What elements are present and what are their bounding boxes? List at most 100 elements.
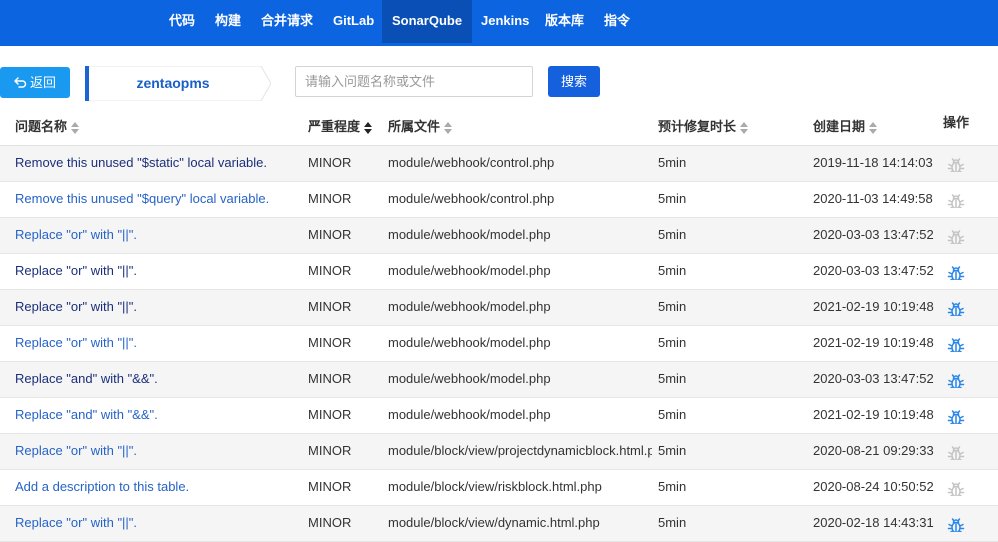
back-button[interactable]: 返回 <box>0 67 70 98</box>
issue-fix-time: 5min <box>658 515 687 530</box>
issue-file: module/webhook/model.php <box>388 263 551 278</box>
column-header-file-label: 所属文件 <box>388 119 441 134</box>
bug-icon[interactable] <box>947 514 967 532</box>
table-body: Remove this unused "$static" local varia… <box>0 146 998 542</box>
issue-created-date: 2020-11-03 14:49:58 <box>813 191 933 206</box>
search-button[interactable]: 搜索 <box>548 66 600 97</box>
issue-name-link[interactable]: Replace "or" with "||". <box>15 506 300 540</box>
issue-fix-time: 5min <box>658 155 687 170</box>
column-header-time-label: 预计修复时长 <box>658 119 737 134</box>
table-row: Remove this unused "$static" local varia… <box>0 146 998 182</box>
bug-icon[interactable] <box>947 406 967 424</box>
sort-icon <box>869 121 878 134</box>
bug-icon[interactable] <box>947 478 967 496</box>
table-row: Replace "or" with "||". MINOR module/block… <box>0 506 998 542</box>
table-row: Replace "and" with "&&". MINOR module/webh… <box>0 398 998 434</box>
issue-file: module/webhook/model.php <box>388 299 551 314</box>
issue-severity: MINOR <box>308 515 352 530</box>
issue-severity: MINOR <box>308 443 352 458</box>
nav-command[interactable]: 指令 <box>594 0 640 43</box>
issue-name-link[interactable]: Add a description to this table. <box>15 470 300 504</box>
issue-fix-time: 5min <box>658 371 687 386</box>
table-row: Add a description to this table. MINOR mod… <box>0 470 998 506</box>
issue-name-link[interactable]: Replace "or" with "||". <box>15 434 300 468</box>
issue-name-link[interactable]: Replace "and" with "&&". <box>15 398 300 432</box>
issue-fix-time: 5min <box>658 263 687 278</box>
column-header-date-label: 创建日期 <box>813 119 866 134</box>
issues-table: 问题名称 严重程度 所属文件 预计修复时长 创建日期 操作 Remove thi… <box>0 110 998 542</box>
return-arrow-icon <box>14 67 27 98</box>
issue-fix-time: 5min <box>658 407 687 422</box>
column-header-name-label: 问题名称 <box>15 119 68 134</box>
back-button-label: 返回 <box>29 75 56 90</box>
issue-severity: MINOR <box>308 335 352 350</box>
nav-repository[interactable]: 版本库 <box>535 0 594 43</box>
issue-file: module/webhook/model.php <box>388 335 551 350</box>
table-row: Replace "or" with "||". MINOR module/webho… <box>0 254 998 290</box>
bug-icon[interactable] <box>947 226 967 244</box>
table-row: Replace "or" with "||". MINOR module/webho… <box>0 218 998 254</box>
issue-name-link[interactable]: Replace "or" with "||". <box>15 290 300 324</box>
table-header: 问题名称 严重程度 所属文件 预计修复时长 创建日期 操作 <box>0 110 998 146</box>
issue-fix-time: 5min <box>658 191 687 206</box>
issue-name-link[interactable]: Replace "and" with "&&". <box>15 362 300 396</box>
bug-icon[interactable] <box>947 190 967 208</box>
column-header-time[interactable]: 预计修复时长 <box>658 110 749 144</box>
issue-severity: MINOR <box>308 263 352 278</box>
bug-icon[interactable] <box>947 298 967 316</box>
issue-severity: MINOR <box>308 371 352 386</box>
issue-severity: MINOR <box>308 299 352 314</box>
sort-icon <box>71 121 80 134</box>
table-row: Replace "and" with "&&". MINOR module/webh… <box>0 362 998 398</box>
bug-icon[interactable] <box>947 370 967 388</box>
project-name: zentaopms <box>136 75 210 91</box>
issue-fix-time: 5min <box>658 227 687 242</box>
sort-icon <box>364 121 373 134</box>
bug-icon[interactable] <box>947 442 967 460</box>
issue-file: module/webhook/control.php <box>388 191 555 206</box>
column-header-date[interactable]: 创建日期 <box>813 110 878 144</box>
nav-sonarqube[interactable]: SonarQube <box>382 0 472 43</box>
issue-name-link[interactable]: Remove this unused "$static" local varia… <box>15 146 300 180</box>
top-navigation: 代码 构建 合并请求 GitLab SonarQube Jenkins 版本库 … <box>0 0 998 46</box>
issue-created-date: 2020-02-18 14:43:31 <box>813 515 934 530</box>
table-row: Replace "or" with "||". MINOR module/webho… <box>0 290 998 326</box>
issue-created-date: 2020-03-03 13:47:52 <box>813 263 934 278</box>
issue-severity: MINOR <box>308 227 352 242</box>
table-row: Remove this unused "$query" local variab… <box>0 182 998 218</box>
search-input[interactable] <box>295 66 533 97</box>
issue-file: module/block/view/riskblock.html.php <box>388 479 602 494</box>
issue-name-link[interactable]: Remove this unused "$query" local variab… <box>15 182 300 216</box>
bug-icon[interactable] <box>947 262 967 280</box>
nav-jenkins[interactable]: Jenkins <box>471 0 539 43</box>
issue-fix-time: 5min <box>658 299 687 314</box>
nav-merge-request[interactable]: 合并请求 <box>251 0 323 43</box>
column-header-file[interactable]: 所属文件 <box>388 110 453 144</box>
nav-code[interactable]: 代码 <box>159 0 205 43</box>
issue-file: module/webhook/control.php <box>388 155 555 170</box>
issue-file: module/block/view/projectdynamicblock.ht… <box>388 443 652 458</box>
nav-build[interactable]: 构建 <box>205 0 251 43</box>
issue-name-link[interactable]: Replace "or" with "||". <box>15 254 300 288</box>
issue-severity: MINOR <box>308 191 352 206</box>
sort-icon <box>740 121 749 134</box>
column-header-name[interactable]: 问题名称 <box>15 110 80 144</box>
issue-fix-time: 5min <box>658 335 687 350</box>
issue-file: module/webhook/model.php <box>388 371 551 386</box>
column-header-severity[interactable]: 严重程度 <box>308 110 373 144</box>
issue-fix-time: 5min <box>658 443 687 458</box>
issue-file: module/webhook/model.php <box>388 407 551 422</box>
issue-file: module/block/view/dynamic.html.php <box>388 515 600 530</box>
bug-icon[interactable] <box>947 334 967 352</box>
issue-created-date: 2020-03-03 13:47:52 <box>813 227 934 242</box>
issue-name-link[interactable]: Replace "or" with "||". <box>15 326 300 360</box>
issue-severity: MINOR <box>308 407 352 422</box>
issue-name-link[interactable]: Replace "or" with "||". <box>15 218 300 252</box>
issue-file: module/webhook/model.php <box>388 227 551 242</box>
issue-created-date: 2020-08-24 10:50:52 <box>813 479 934 494</box>
issue-severity: MINOR <box>308 155 352 170</box>
nav-gitlab[interactable]: GitLab <box>323 0 384 43</box>
issue-severity: MINOR <box>308 479 352 494</box>
issue-created-date: 2021-02-19 10:19:48 <box>813 335 934 350</box>
bug-icon[interactable] <box>947 154 967 172</box>
